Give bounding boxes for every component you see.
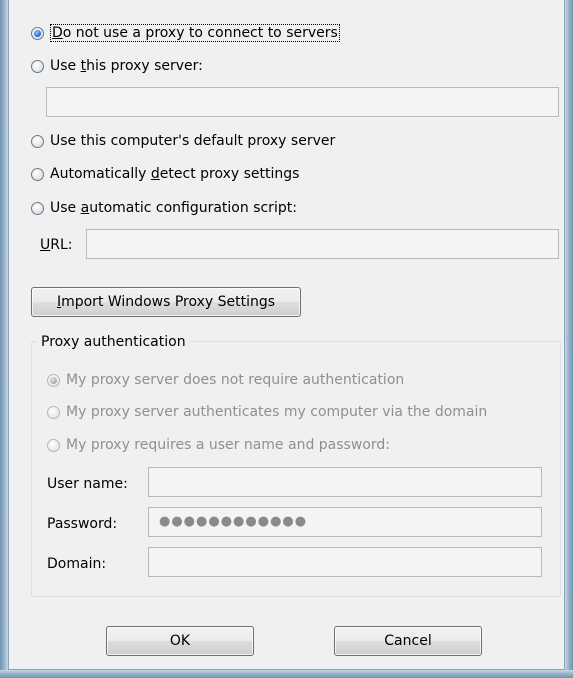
use-this-proxy-option[interactable]: Use this proxy server: bbox=[31, 56, 203, 76]
auth-none-label: My proxy server does not require authent… bbox=[66, 372, 405, 388]
no-proxy-label: Do not use a proxy to connect to servers bbox=[50, 24, 340, 42]
auth-credentials-radio bbox=[47, 438, 60, 452]
auth-domain-radio bbox=[47, 405, 60, 419]
auto-config-radio[interactable] bbox=[31, 201, 44, 215]
cancel-button-label: Cancel bbox=[384, 633, 432, 649]
cancel-button[interactable]: Cancel bbox=[334, 626, 482, 656]
window-frame-bottom bbox=[0, 670, 573, 678]
proxy-server-field[interactable] bbox=[46, 87, 559, 117]
window-frame-left bbox=[0, 0, 8, 678]
proxy-authentication-title: Proxy authentication bbox=[37, 332, 190, 352]
auth-domain-option: My proxy server authenticates my compute… bbox=[47, 402, 487, 422]
domain-field[interactable] bbox=[148, 547, 542, 577]
no-proxy-option[interactable]: Do not use a proxy to connect to servers bbox=[31, 23, 340, 43]
auth-none-radio bbox=[47, 373, 60, 387]
user-name-field[interactable] bbox=[148, 467, 542, 497]
auth-domain-label: My proxy server authenticates my compute… bbox=[66, 404, 488, 420]
use-this-proxy-label: Use this proxy server: bbox=[50, 58, 203, 74]
default-proxy-option[interactable]: Use this computer's default proxy server bbox=[31, 131, 335, 151]
password-field[interactable]: ●●●●●●●●●●●● bbox=[148, 507, 542, 537]
import-windows-proxy-settings-button[interactable]: Import Windows Proxy Settings bbox=[31, 287, 301, 317]
auth-none-option: My proxy server does not require authent… bbox=[47, 370, 404, 390]
password-label: Password: bbox=[47, 516, 118, 532]
auto-detect-radio[interactable] bbox=[31, 167, 44, 181]
proxy-settings-dialog: Do not use a proxy to connect to servers… bbox=[8, 0, 565, 670]
default-proxy-label: Use this computer's default proxy server bbox=[50, 133, 336, 149]
url-field[interactable] bbox=[86, 229, 559, 259]
auto-detect-label: Automatically detect proxy settings bbox=[50, 166, 300, 182]
no-proxy-radio[interactable] bbox=[31, 26, 44, 40]
auto-config-option[interactable]: Use automatic configuration script: bbox=[31, 198, 297, 218]
auth-credentials-label: My proxy requires a user name and passwo… bbox=[66, 437, 390, 453]
auth-credentials-option: My proxy requires a user name and passwo… bbox=[47, 435, 390, 455]
default-proxy-radio[interactable] bbox=[31, 134, 44, 148]
auto-detect-option[interactable]: Automatically detect proxy settings bbox=[31, 164, 299, 184]
domain-label: Domain: bbox=[47, 556, 107, 572]
ok-button[interactable]: OK bbox=[106, 626, 254, 656]
import-button-label: Import Windows Proxy Settings bbox=[56, 294, 276, 310]
window-frame-right bbox=[565, 0, 573, 678]
password-value: ●●●●●●●●●●●● bbox=[159, 514, 308, 529]
auto-config-label: Use automatic configuration script: bbox=[50, 200, 297, 216]
ok-button-label: OK bbox=[169, 633, 191, 649]
use-this-proxy-radio[interactable] bbox=[31, 59, 44, 73]
user-name-label: User name: bbox=[47, 476, 128, 492]
url-label: URL: bbox=[40, 237, 73, 253]
